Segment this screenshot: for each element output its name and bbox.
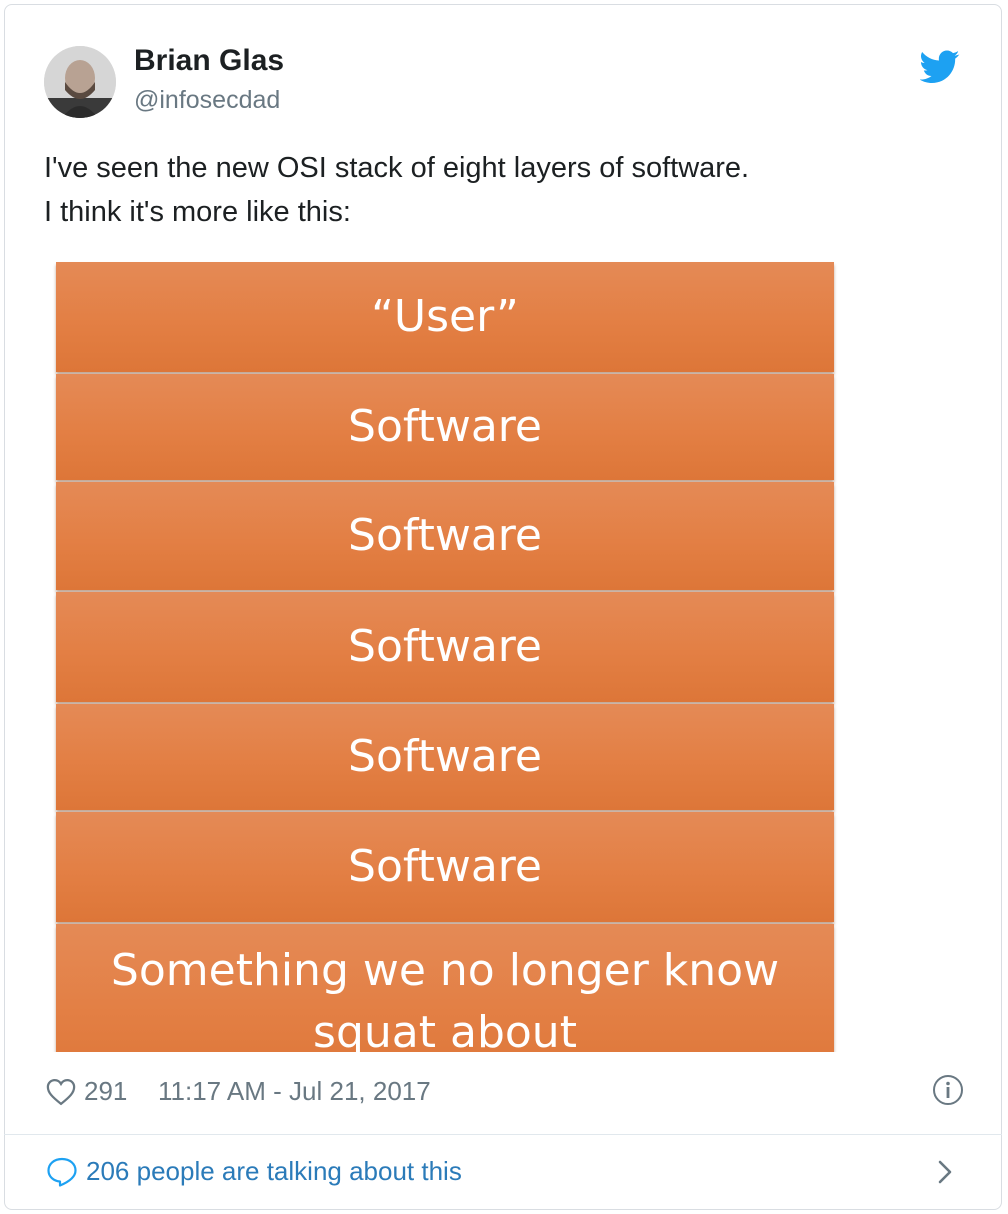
- tweet-footer: 291 11:17 AM - Jul 21, 2017: [44, 1072, 964, 1112]
- speech-bubble-icon: [47, 1157, 77, 1187]
- tweet-text-line-1: I've seen the new OSI stack of eight lay…: [44, 152, 750, 184]
- heart-icon[interactable]: [46, 1078, 76, 1106]
- author-name[interactable]: Brian Glas: [134, 44, 284, 78]
- layer-user: “User”: [56, 262, 834, 372]
- layer-software: Software: [56, 592, 834, 702]
- twitter-bird-icon[interactable]: [920, 50, 960, 84]
- conversation-link[interactable]: 206 people are talking about this: [44, 1152, 964, 1192]
- chevron-right-icon[interactable]: [936, 1158, 954, 1186]
- info-icon[interactable]: [932, 1074, 964, 1106]
- layer-label: Software: [348, 841, 542, 892]
- layer-label: Something we no longer know squat about: [110, 945, 780, 1052]
- layer-software: Software: [56, 704, 834, 810]
- layer-label: “User”: [371, 291, 519, 342]
- layer-label: Software: [348, 510, 542, 561]
- tweet-text-line-2: I think it's more like this:: [44, 196, 351, 228]
- layer-software: Software: [56, 374, 834, 480]
- conversation-label[interactable]: 206 people are talking about this: [86, 1156, 462, 1187]
- avatar-photo: [44, 46, 116, 118]
- tweet-text: I've seen the new OSI stack of eight lay…: [44, 146, 944, 234]
- like-count[interactable]: 291: [84, 1076, 127, 1107]
- author-handle[interactable]: @infosecdad: [134, 86, 280, 115]
- layer-software: Software: [56, 482, 834, 590]
- tweet-timestamp[interactable]: 11:17 AM - Jul 21, 2017: [158, 1076, 431, 1107]
- layer-software: Software: [56, 812, 834, 922]
- layer-unknown: Something we no longer know squat about: [56, 924, 834, 1052]
- layer-label: Software: [348, 621, 542, 672]
- avatar[interactable]: [44, 46, 116, 118]
- tweet-image[interactable]: “User” Software Software Software Softwa…: [44, 256, 842, 1052]
- layer-label: Software: [348, 731, 542, 782]
- divider: [4, 1134, 1002, 1135]
- layer-label: Software: [348, 401, 542, 452]
